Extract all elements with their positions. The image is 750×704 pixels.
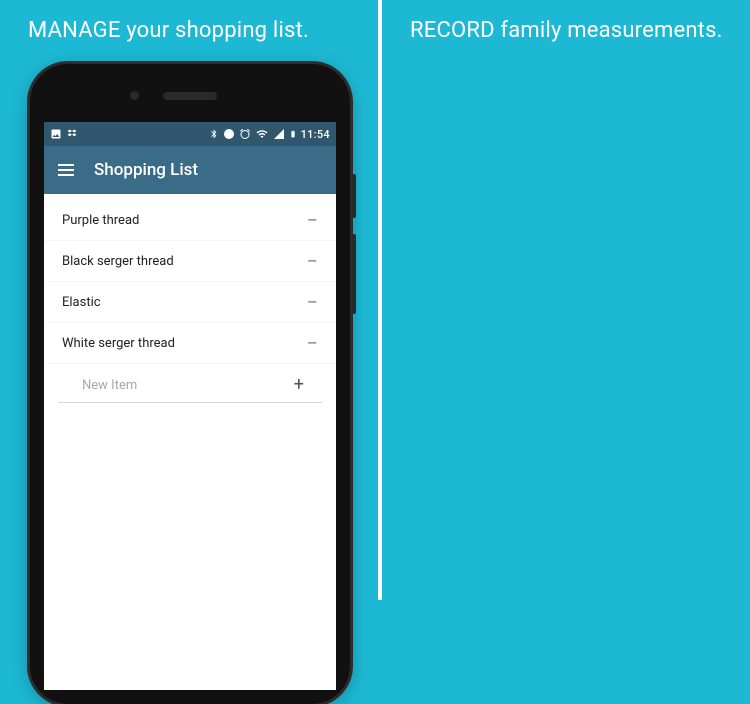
remove-icon[interactable]: − — [307, 292, 318, 312]
list-item[interactable]: Elastic − — [44, 282, 336, 323]
app-bar: Shopping List — [44, 146, 336, 194]
new-item-row[interactable]: New Item + — [58, 366, 322, 403]
signal-icon — [273, 128, 285, 140]
headline-measurements: RECORD family measurements. — [382, 0, 750, 57]
phone-camera — [130, 91, 139, 100]
phone-power-button — [352, 174, 356, 218]
list-item-label: Purple thread — [62, 213, 139, 228]
shopping-list: Purple thread − Black serger thread − El… — [44, 194, 336, 409]
phone-volume-button — [352, 234, 356, 314]
phone-frame-left: 11:54 Shopping List Purple thread − Blac… — [30, 64, 350, 704]
add-icon[interactable]: + — [294, 376, 304, 394]
bluetooth-icon — [209, 128, 219, 140]
status-bar: 11:54 — [44, 122, 336, 146]
list-item-label: Elastic — [62, 295, 101, 310]
new-item-input[interactable]: New Item — [82, 378, 137, 393]
list-item[interactable]: Purple thread − — [44, 200, 336, 241]
wifi-icon — [255, 128, 269, 140]
remove-icon[interactable]: − — [307, 333, 318, 353]
battery-icon — [289, 128, 297, 140]
list-item-label: White serger thread — [62, 336, 175, 351]
app-bar-title: Shopping List — [94, 160, 198, 180]
dropbox-icon — [66, 128, 78, 140]
list-item-label: Black serger thread — [62, 254, 174, 269]
remove-icon[interactable]: − — [307, 251, 318, 271]
alarm-icon — [239, 128, 251, 140]
remove-icon[interactable]: − — [307, 210, 318, 230]
phone-speaker — [163, 92, 217, 100]
promo-panel-measurements: RECORD family measurements. 11:54 — [382, 0, 750, 600]
status-time: 11:54 — [301, 128, 330, 141]
headline-shopping: MANAGE your shopping list. — [0, 0, 378, 57]
phone-screen-left: 11:54 Shopping List Purple thread − Blac… — [44, 122, 336, 690]
promo-panel-shopping: MANAGE your shopping list. 11:54 — [0, 0, 378, 600]
list-item[interactable]: Black serger thread − — [44, 241, 336, 282]
list-item[interactable]: White serger thread − — [44, 323, 336, 364]
menu-icon[interactable] — [58, 164, 74, 176]
image-icon — [50, 128, 62, 140]
messenger-icon — [223, 128, 235, 140]
